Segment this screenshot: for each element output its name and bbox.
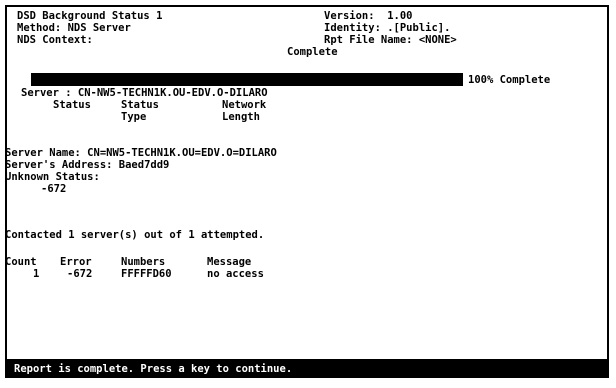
progress-bar	[31, 73, 463, 86]
server-line: Server : CN-NW5-TECHN1K.OU-EDV.O-DILARO	[21, 87, 268, 99]
progress-label: 100% Complete	[468, 74, 551, 86]
complete-heading: Complete	[287, 46, 338, 58]
identity-label: Identity: .[Public].	[324, 22, 451, 34]
unknown-status-label: Unknown Status:	[5, 171, 100, 183]
table-header-numbers: Numbers	[121, 256, 166, 268]
unknown-status-code: -672	[41, 183, 67, 195]
col-status-header: Status	[53, 99, 91, 111]
col-status-type-header-1: Status	[121, 99, 159, 111]
table-cell-message: no access	[207, 268, 264, 280]
nds-context-label: NDS Context:	[17, 34, 93, 46]
contacted-summary: Contacted 1 server(s) out of 1 attempted…	[5, 229, 265, 241]
table-cell-error: -672	[67, 268, 93, 280]
table-header-count: Count	[5, 256, 37, 268]
server-name-line: Server Name: CN=NW5-TECHN1K.OU=EDV.O=DIL…	[5, 147, 277, 159]
status-bar-text: Report is complete. Press a key to conti…	[14, 363, 293, 375]
table-header-error: Error	[60, 256, 92, 268]
report-file-label: Rpt File Name: <NONE>	[324, 34, 457, 46]
table-header-message: Message	[207, 256, 252, 268]
col-network-header-1: Network	[222, 99, 267, 111]
col-network-header-2: Length	[222, 111, 260, 123]
status-bar[interactable]: Report is complete. Press a key to conti…	[7, 359, 607, 378]
col-status-type-header-2: Type	[121, 111, 147, 123]
table-cell-count: 1	[33, 268, 40, 280]
table-cell-numbers: FFFFFD60	[121, 268, 172, 280]
method-label: Method: NDS Server	[17, 22, 131, 34]
server-address-line: Server's Address: Baed7dd9	[5, 159, 170, 171]
report-title: DSD Background Status 1	[17, 10, 163, 22]
version-label: Version: 1.00	[324, 10, 413, 22]
dsd-console-screen: DSD Background Status 1 Method: NDS Serv…	[5, 5, 609, 378]
